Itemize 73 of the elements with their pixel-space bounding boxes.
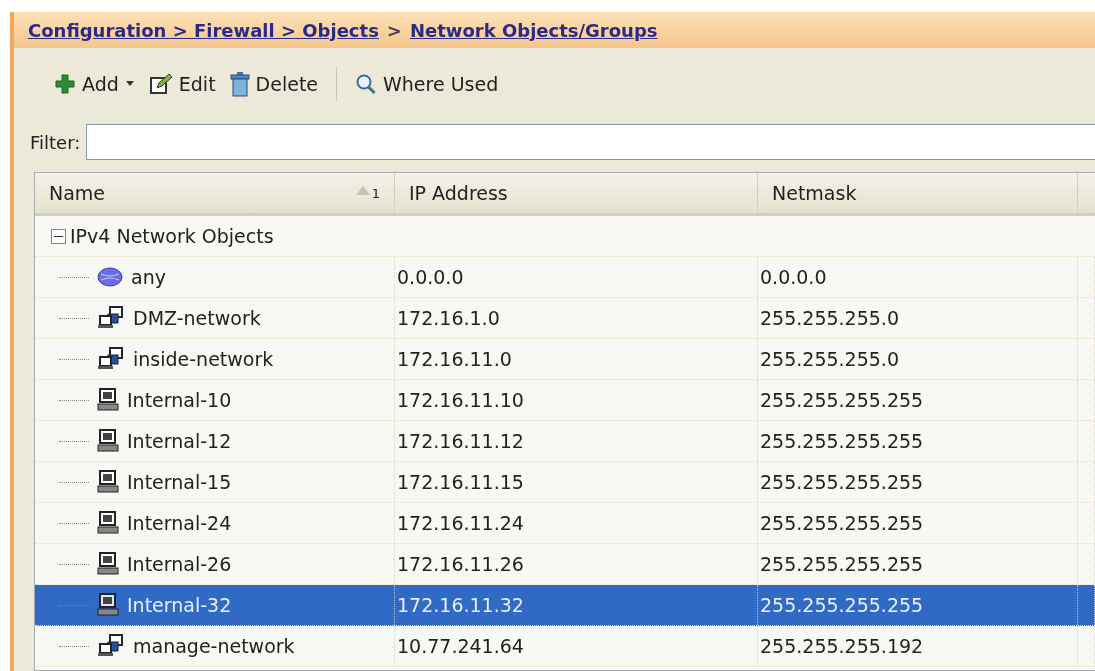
object-name: Internal-10 xyxy=(127,389,232,411)
object-name: inside-network xyxy=(133,348,274,370)
caret-icon xyxy=(124,81,135,87)
search-icon xyxy=(355,73,378,95)
edit-icon xyxy=(148,73,173,95)
netmask: 255.255.255.255 xyxy=(760,430,924,452)
network-icon xyxy=(97,634,125,658)
group-label: IPv4 Network Objects xyxy=(70,225,274,247)
breadcrumb-link[interactable]: Network Objects/Groups xyxy=(409,19,658,41)
ip-address: 172.16.11.12 xyxy=(397,430,524,452)
ip-address: 172.16.11.26 xyxy=(397,553,524,575)
ip-address: 172.16.1.0 xyxy=(397,307,500,329)
computer-icon xyxy=(97,511,119,535)
computer-icon xyxy=(97,429,119,453)
filter-label: Filter: xyxy=(30,131,81,153)
ip-address: 172.16.11.32 xyxy=(397,594,524,616)
network-icon xyxy=(97,306,125,330)
column-header-label: IP Address xyxy=(409,182,508,204)
object-name: Internal-32 xyxy=(127,594,232,616)
netmask: 255.255.255.0 xyxy=(760,307,899,329)
table-row[interactable]: Internal-12 172.16.11.12 255.255.255.255 xyxy=(35,421,1095,462)
netmask: 255.255.255.255 xyxy=(760,553,924,575)
network-icon xyxy=(97,347,125,371)
netmask: 255.255.255.255 xyxy=(760,594,924,616)
delete-button[interactable]: Delete xyxy=(225,67,323,101)
column-header[interactable]: Netmask xyxy=(758,173,1078,213)
computer-icon xyxy=(97,470,119,494)
object-name: Internal-15 xyxy=(127,471,232,493)
object-name: Internal-24 xyxy=(127,512,232,534)
table-row[interactable]: Internal-15 172.16.11.15 255.255.255.255 xyxy=(35,462,1095,503)
netmask: 255.255.255.192 xyxy=(760,635,924,657)
table-row[interactable]: inside-network 172.16.11.0 255.255.255.0 xyxy=(35,339,1095,380)
netmask: 255.255.255.255 xyxy=(760,389,924,411)
filter-field[interactable] xyxy=(86,124,1095,160)
ip-address: 172.16.11.15 xyxy=(397,471,524,493)
object-name: Internal-26 xyxy=(127,553,232,575)
ip-address: 10.77.241.64 xyxy=(397,635,524,657)
edit-button[interactable]: Edit xyxy=(144,69,220,99)
add-button[interactable]: Add xyxy=(50,69,139,99)
table-row[interactable]: Internal-24 172.16.11.24 255.255.255.255 xyxy=(35,503,1095,544)
netmask: 255.255.255.255 xyxy=(760,512,924,534)
ip-address: 172.16.11.10 xyxy=(397,389,524,411)
globe-icon xyxy=(97,266,123,288)
ip-address: 0.0.0.0 xyxy=(397,266,464,288)
sort-order: 1 xyxy=(371,185,380,201)
ip-address: 172.16.11.24 xyxy=(397,512,524,534)
collapse-toggle[interactable] xyxy=(51,228,66,244)
table-row[interactable]: Internal-10 172.16.11.10 255.255.255.255 xyxy=(35,380,1095,421)
object-name: manage-network xyxy=(133,635,295,657)
column-header-label: Netmask xyxy=(772,182,857,204)
breadcrumb-link[interactable]: Configuration > Firewall > Objects xyxy=(28,19,379,41)
where-used-button[interactable]: Where Used xyxy=(351,69,503,99)
computer-icon xyxy=(97,552,119,576)
netmask: 255.255.255.255 xyxy=(760,471,924,493)
table-row[interactable]: DMZ-network 172.16.1.0 255.255.255.0 xyxy=(35,298,1095,339)
computer-icon xyxy=(97,593,119,617)
plus-icon xyxy=(54,73,76,95)
column-header-label: Name xyxy=(49,182,106,204)
table-row[interactable]: any 0.0.0.0 0.0.0.0 xyxy=(35,257,1095,298)
trash-icon xyxy=(229,71,250,97)
table-row[interactable]: Internal-32 172.16.11.32 255.255.255.255 xyxy=(35,585,1095,626)
column-header[interactable]: Name 1 xyxy=(35,173,395,213)
breadcrumb-separator: > xyxy=(386,19,402,41)
computer-icon xyxy=(97,388,119,412)
ip-address: 172.16.11.0 xyxy=(397,348,512,370)
netmask: 255.255.255.0 xyxy=(760,348,899,370)
sort-ascending-icon xyxy=(355,185,370,195)
object-name: DMZ-network xyxy=(133,307,261,329)
column-header[interactable]: IP Address xyxy=(395,173,758,213)
netmask: 0.0.0.0 xyxy=(760,266,827,288)
object-name: Internal-12 xyxy=(127,430,232,452)
object-name: any xyxy=(131,266,166,288)
table-row[interactable]: manage-network 10.77.241.64 255.255.255.192 xyxy=(35,626,1095,667)
